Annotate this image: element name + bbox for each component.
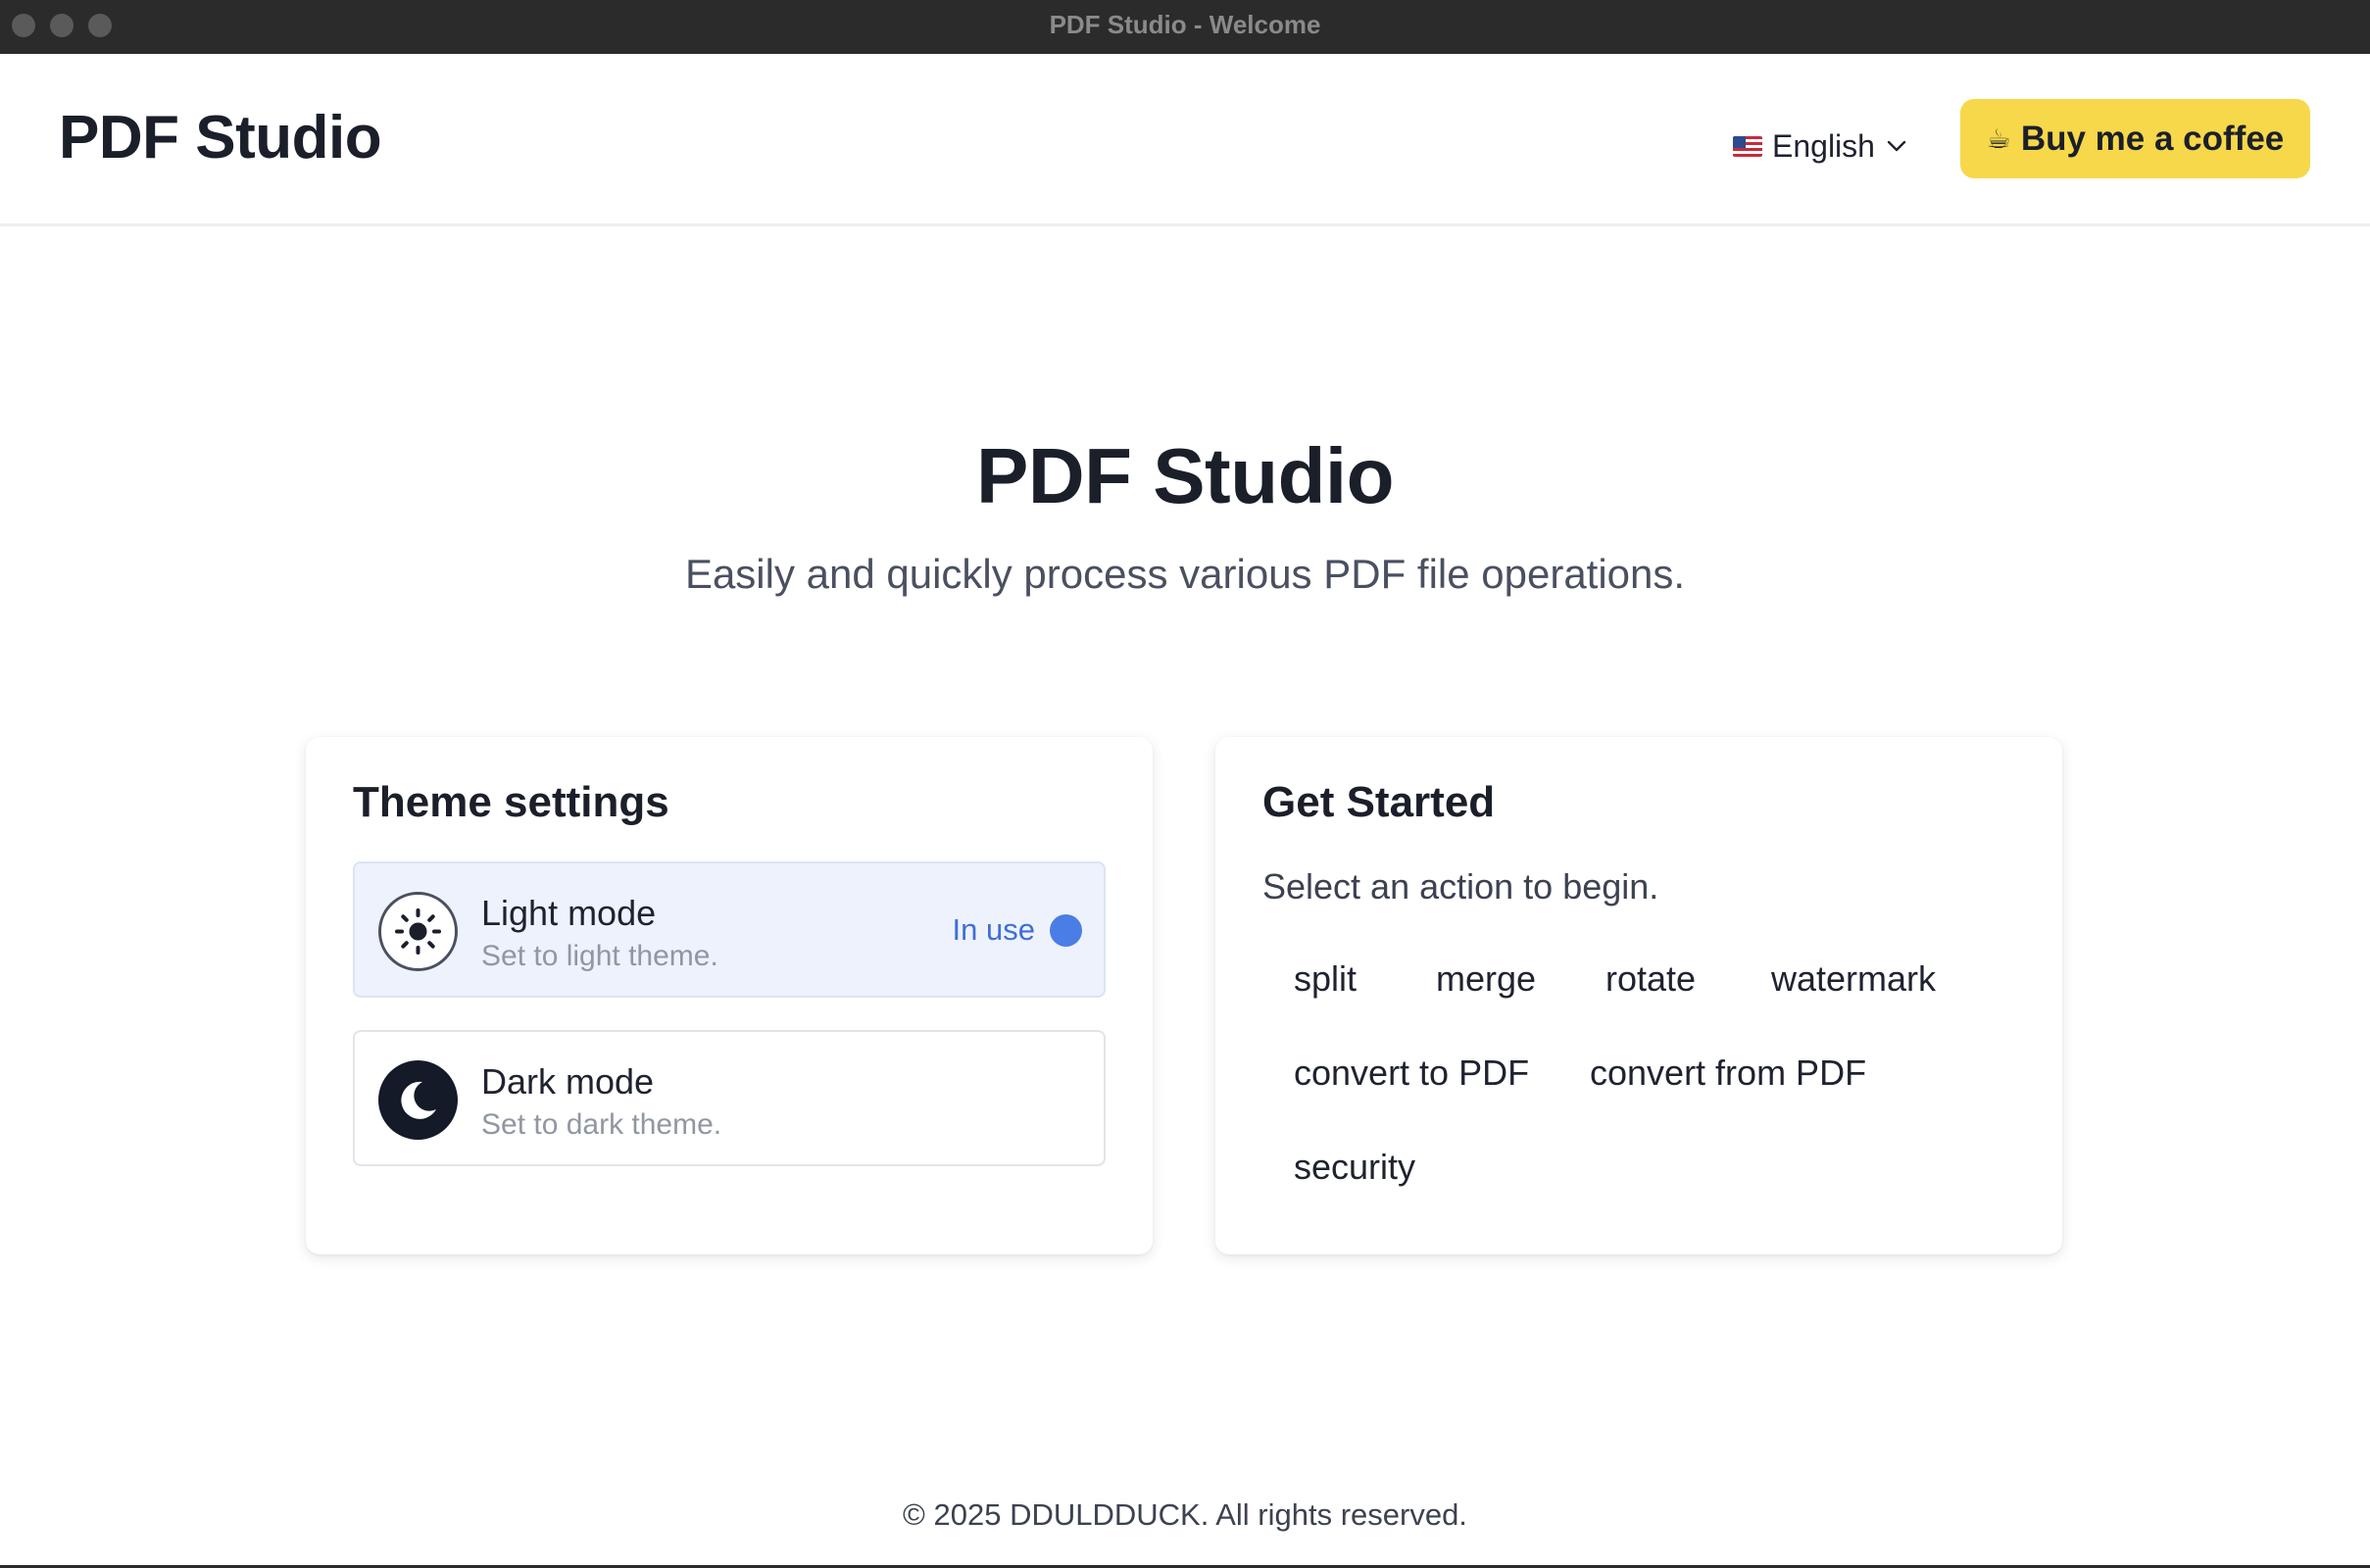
action-convert-to-pdf[interactable]: convert to PDF xyxy=(1294,1053,1529,1094)
language-label: English xyxy=(1772,127,1875,164)
language-selector[interactable]: English xyxy=(1733,122,1908,171)
buy-me-a-coffee-button[interactable]: ☕ Buy me a coffee xyxy=(1960,99,2310,178)
app-header: PDF Studio English ☕ Buy me a coffee xyxy=(0,54,2370,226)
get-started-card: Get Started Select an action to begin. s… xyxy=(1215,737,2062,1254)
coffee-icon: ☕ xyxy=(1986,123,2011,154)
hero-subtitle: Easily and quickly process various PDF f… xyxy=(684,551,1686,597)
dark-mode-label: Dark mode xyxy=(481,1061,655,1102)
sun-icon xyxy=(378,892,458,971)
action-split[interactable]: split xyxy=(1294,958,1357,1000)
theme-settings-card: Theme settings Light mode Set to light t… xyxy=(306,737,1153,1254)
action-convert-from-pdf[interactable]: convert from PDF xyxy=(1590,1053,1866,1094)
dark-mode-description: Set to dark theme. xyxy=(481,1108,722,1141)
action-security[interactable]: security xyxy=(1294,1147,1415,1188)
coffee-button-label: Buy me a coffee xyxy=(2020,119,2285,158)
dark-mode-option[interactable]: Dark mode Set to dark theme. xyxy=(353,1030,1106,1166)
action-rotate[interactable]: rotate xyxy=(1605,958,1696,1000)
hero-title: PDF Studio xyxy=(975,432,1395,519)
selected-radio-indicator xyxy=(1050,914,1082,947)
window-titlebar: PDF Studio - Welcome xyxy=(0,0,2370,54)
action-merge[interactable]: merge xyxy=(1436,958,1536,1000)
light-mode-option[interactable]: Light mode Set to light theme. In use xyxy=(353,861,1106,998)
chevron-down-icon xyxy=(1887,140,1906,152)
get-started-prompt: Select an action to begin. xyxy=(1262,866,1659,906)
moon-icon xyxy=(378,1060,458,1140)
brand-title[interactable]: PDF Studio xyxy=(59,103,382,172)
light-mode-label: Light mode xyxy=(481,893,657,933)
get-started-title: Get Started xyxy=(1262,778,1496,826)
light-mode-description: Set to light theme. xyxy=(481,940,718,972)
footer-copyright: © 2025 DDULDDUCK. All rights reserved. xyxy=(903,1497,1467,1532)
theme-settings-title: Theme settings xyxy=(353,778,669,826)
in-use-status: In use xyxy=(952,912,1035,947)
action-watermark[interactable]: watermark xyxy=(1771,958,1936,1000)
us-flag-icon xyxy=(1733,135,1762,157)
window-title: PDF Studio - Welcome xyxy=(1049,10,1321,39)
